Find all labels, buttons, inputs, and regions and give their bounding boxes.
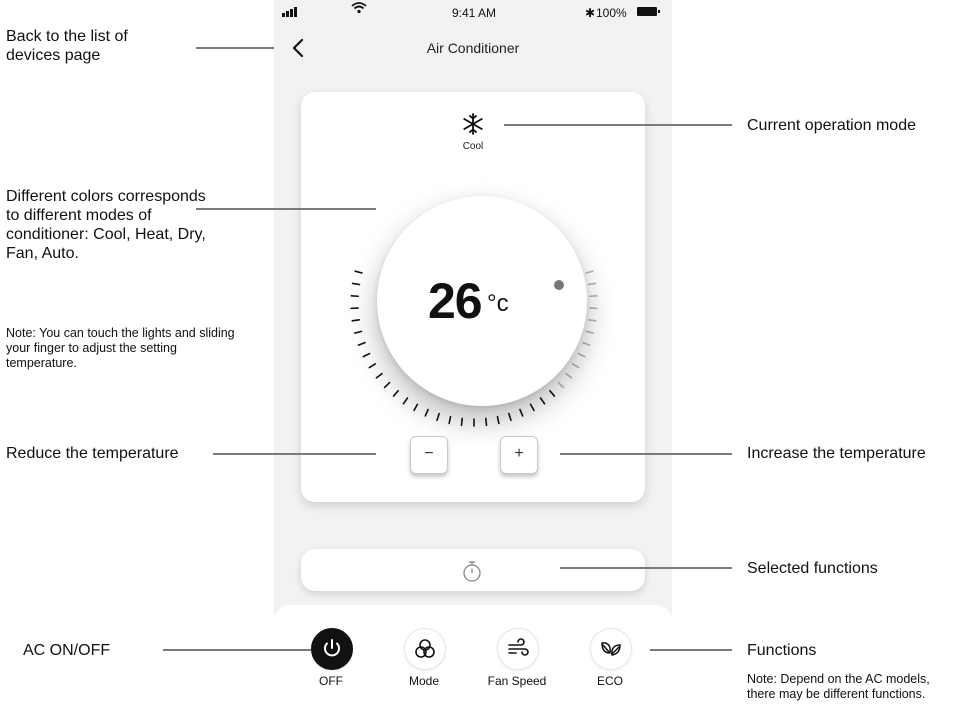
status-bar: 9:41 AM ✱ 100% <box>274 0 672 24</box>
leaf-icon <box>601 642 621 656</box>
mode-button-label: Mode <box>408 674 440 688</box>
connector-increase <box>560 453 732 455</box>
dial-tick <box>508 412 512 422</box>
dial-tick <box>587 282 597 286</box>
wifi-icon <box>351 2 367 14</box>
dial-tick <box>587 319 597 322</box>
power-icon <box>324 639 340 657</box>
signal-icon <box>282 7 297 17</box>
dial-tick <box>351 282 361 286</box>
annotation-touch-note: Note: You can touch the lights and slidi… <box>6 326 235 370</box>
annotation-onoff: AC ON/OFF <box>23 642 111 659</box>
eco-label: ECO <box>596 674 623 688</box>
power-button[interactable] <box>311 628 353 670</box>
dial-tick <box>368 363 377 369</box>
fan-speed-button[interactable] <box>497 628 539 670</box>
dial-tick <box>519 408 524 417</box>
connector-reduce <box>213 453 376 455</box>
eco-button[interactable] <box>590 628 632 670</box>
dial-tick <box>362 352 371 358</box>
dial-tick <box>351 319 361 322</box>
annotation-functions: Functions <box>747 642 817 659</box>
dial-tick <box>585 270 594 274</box>
dial-tick <box>383 381 391 389</box>
increase-temperature-button[interactable]: + <box>500 436 538 474</box>
dial-tick <box>557 381 565 389</box>
page-title: Air Conditioner <box>426 40 520 56</box>
power-label: OFF <box>319 674 343 688</box>
bluetooth-icon: ✱ <box>585 6 596 20</box>
dial-tick <box>577 352 586 358</box>
annotation-functions-note: Note: Depend on the AC models, there may… <box>747 672 930 701</box>
dial-tick <box>436 412 440 422</box>
dial-tick <box>484 417 488 427</box>
dial-tick <box>571 363 580 369</box>
mode-icon <box>415 639 435 658</box>
annotation-increase: Increase the temperature <box>747 445 926 462</box>
connector-onoff <box>163 649 311 651</box>
status-time: 9:41 AM <box>452 6 497 20</box>
connector-functions <box>650 649 732 651</box>
dial-tick <box>354 270 363 274</box>
annotation-back: Back to the list of devices page <box>6 28 128 64</box>
connector-colors <box>196 208 376 210</box>
connector-selected <box>560 567 732 569</box>
dial-tick <box>539 397 546 405</box>
mode-button[interactable] <box>404 628 446 670</box>
dial-tick <box>460 417 464 427</box>
dial-tick <box>402 397 409 405</box>
snowflake-icon <box>463 113 483 135</box>
dial-tick <box>357 341 366 346</box>
battery-icon <box>637 7 660 16</box>
wind-icon <box>508 638 529 656</box>
mode-label: Cool <box>462 141 484 152</box>
temperature-unit: °c <box>487 290 509 317</box>
dial-handle[interactable] <box>554 280 564 290</box>
battery-percent: 100% <box>596 6 627 20</box>
dial-tick <box>448 415 452 425</box>
timer-icon <box>463 561 481 582</box>
temperature-value: 26 <box>428 273 483 329</box>
dial-tick <box>496 415 500 425</box>
dial-tick <box>353 330 363 334</box>
dial-tick <box>529 403 535 412</box>
connector-mode <box>504 124 732 126</box>
decrease-temperature-button[interactable]: − <box>410 436 448 474</box>
dial-tick <box>375 372 383 379</box>
dial-tick <box>392 389 399 397</box>
dial-tick <box>582 341 591 346</box>
annotation-reduce: Reduce the temperature <box>6 445 179 462</box>
dial-tick <box>413 403 419 412</box>
dial-tick <box>424 408 429 417</box>
connector-back <box>196 47 274 49</box>
dial-tick <box>549 389 556 397</box>
annotation-selected: Selected functions <box>747 560 878 577</box>
annotation-colors: Different colors corresponds to differen… <box>6 188 206 262</box>
annotation-mode: Current operation mode <box>747 117 916 134</box>
dial-tick <box>565 372 573 379</box>
dial-tick <box>585 330 595 334</box>
fan-speed-label: Fan Speed <box>487 674 547 688</box>
